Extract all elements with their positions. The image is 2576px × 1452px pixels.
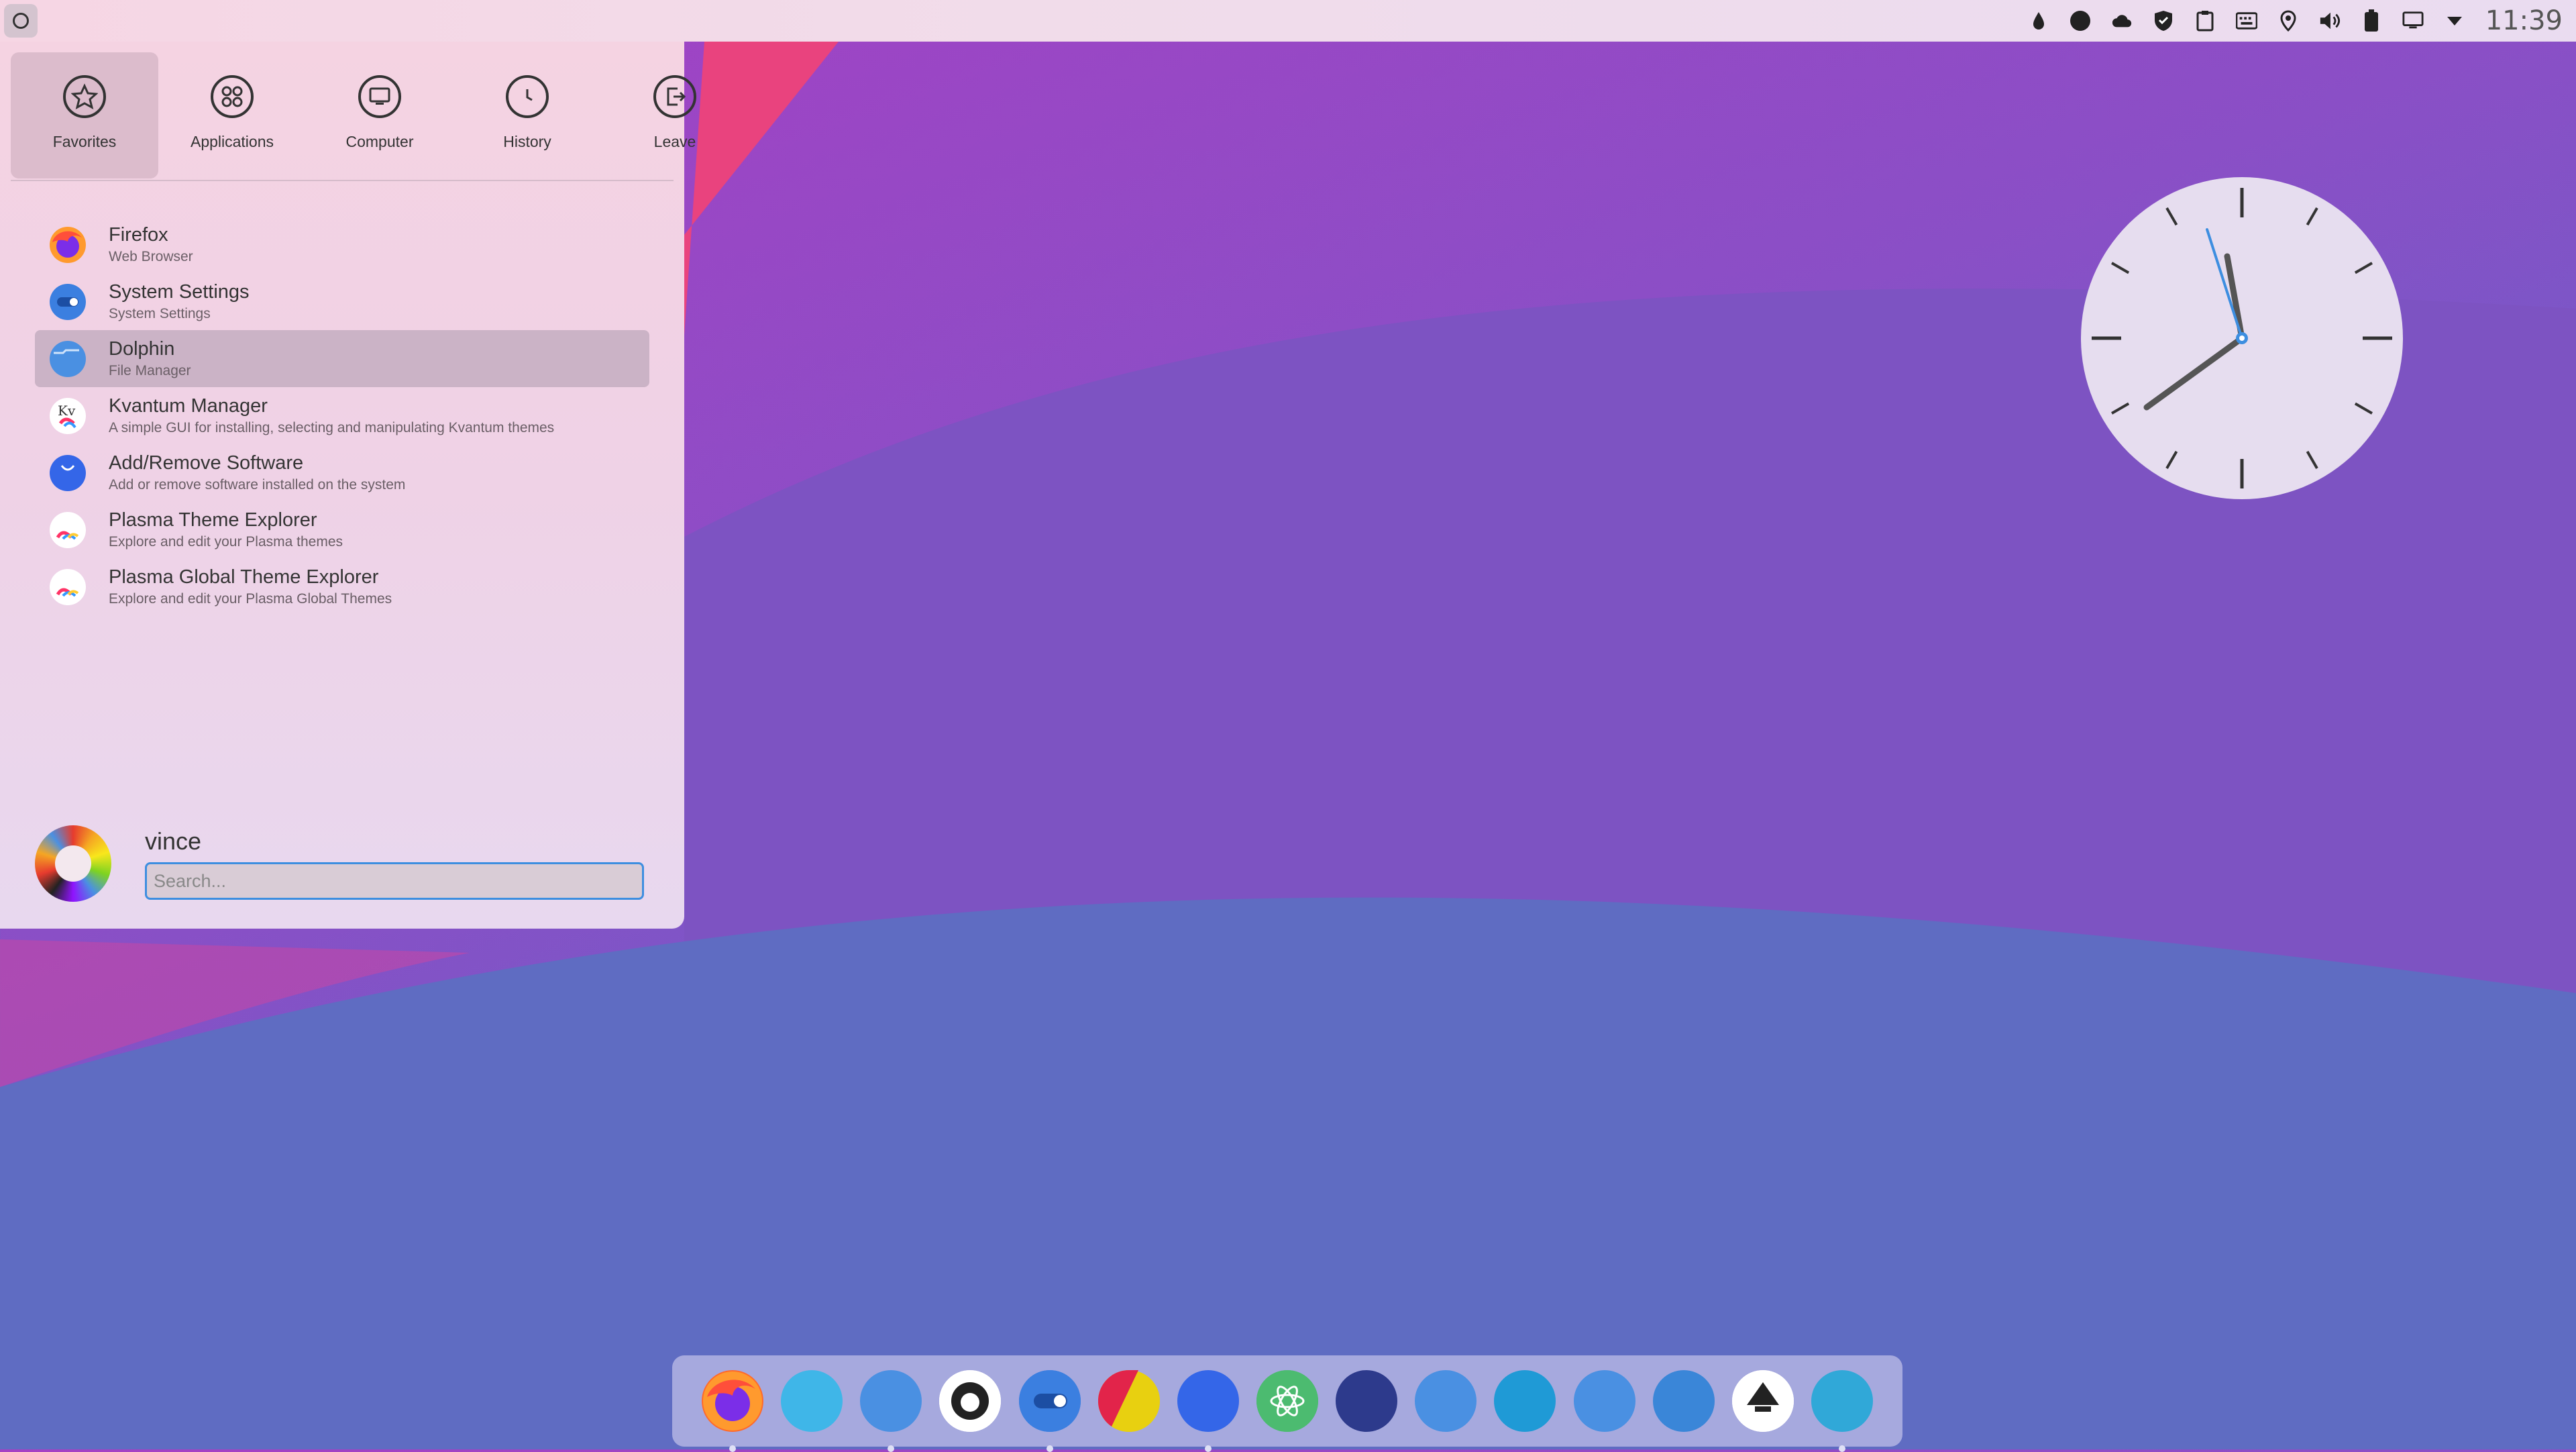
favorite-name: Firefox	[109, 224, 168, 246]
system-tray: 11:39	[2028, 5, 2563, 36]
tab-history[interactable]: History	[453, 52, 601, 178]
user-name: vince	[145, 827, 202, 855]
favorite-description: Add or remove software installed on the …	[109, 477, 406, 492]
launcher-tabs: Favorites Applications Computer History Leav…	[11, 52, 749, 178]
tab-label: History	[503, 133, 551, 150]
dock-item-mail[interactable]	[781, 1370, 843, 1432]
dock-item-settings[interactable]	[1018, 1370, 1081, 1452]
dock-item-color-app[interactable]	[1097, 1369, 1160, 1432]
favorite-name: Plasma Global Theme Explorer	[109, 566, 379, 588]
dock-item-store[interactable]	[1652, 1370, 1715, 1432]
top-panel: 11:39	[0, 0, 2576, 42]
tab-computer[interactable]: Computer	[306, 52, 453, 178]
cloud-icon[interactable]	[2111, 10, 2133, 32]
favorite-name: System Settings	[109, 281, 250, 303]
battery-icon[interactable]	[2361, 9, 2382, 32]
favorite-name: Add/Remove Software	[109, 452, 304, 474]
favorite-item-add-remove-software[interactable]: Add/Remove Software Add or remove softwar…	[35, 444, 649, 501]
star-icon	[63, 75, 106, 118]
circle-icon[interactable]	[2070, 10, 2091, 32]
system-settings-icon	[48, 282, 87, 321]
favorite-description: Explore and edit your Plasma themes	[109, 534, 343, 550]
favorite-name: Kvantum Manager	[109, 395, 268, 417]
dock-item-mixer[interactable]	[1494, 1370, 1556, 1432]
location-icon[interactable]	[2277, 10, 2299, 32]
keyboard-icon[interactable]	[2235, 10, 2257, 32]
dock-item-github[interactable]	[939, 1370, 1002, 1432]
launcher-menu: Favorites Applications Computer History Leav…	[0, 42, 696, 929]
running-indicator	[1204, 1445, 1212, 1452]
user-section: vince	[35, 825, 644, 902]
tab-label: Computer	[345, 133, 414, 150]
svg-text:Kv: Kv	[58, 403, 76, 419]
plasma-theme-explorer-icon	[48, 511, 87, 550]
dock-item-files[interactable]	[860, 1370, 922, 1452]
clock-icon	[506, 75, 549, 118]
dock-item-folder[interactable]	[1415, 1370, 1477, 1432]
clipboard-icon[interactable]	[2194, 10, 2216, 32]
logout-icon	[653, 75, 696, 118]
dock-item-inkscape[interactable]	[1731, 1370, 1794, 1432]
favorite-item-dolphin[interactable]: Dolphin File Manager	[35, 330, 649, 387]
favorite-item-firefox[interactable]: Firefox Web Browser	[35, 216, 649, 273]
kvantum-manager-icon: Kv	[48, 397, 87, 435]
dock-item-monitor[interactable]	[1336, 1370, 1398, 1432]
dolphin-icon	[48, 340, 87, 378]
favorite-item-system-settings[interactable]: System Settings System Settings	[35, 273, 649, 330]
running-indicator	[1046, 1445, 1053, 1452]
running-indicator	[729, 1445, 736, 1452]
dock-item-firefox[interactable]	[702, 1370, 763, 1452]
tabs-divider	[11, 180, 674, 181]
favorite-item-kvantum-manager[interactable]: Kv Kvantum Manager A simple GUI for instal…	[35, 387, 649, 444]
plasma-global-theme-explorer-icon	[48, 568, 87, 607]
tab-favorites[interactable]: Favorites	[11, 52, 158, 178]
running-indicator	[1838, 1445, 1845, 1452]
tab-label: Favorites	[52, 133, 117, 150]
favorite-item-plasma-global-theme-explorer[interactable]: Plasma Global Theme Explorer Explore and …	[35, 558, 649, 615]
dock	[672, 1355, 1902, 1452]
launcher-icon	[13, 13, 29, 29]
expand-tray-icon[interactable]	[2444, 10, 2465, 32]
favorite-description: Explore and edit your Plasma Global Them…	[109, 591, 392, 607]
favorite-description: System Settings	[109, 306, 211, 321]
dock-item-quotes[interactable]	[1811, 1370, 1873, 1452]
tab-label: Applications	[190, 133, 274, 150]
shield-icon[interactable]	[2153, 10, 2174, 32]
volume-icon[interactable]	[2319, 10, 2341, 32]
panel-clock[interactable]: 11:39	[2485, 5, 2563, 36]
running-indicator	[888, 1445, 895, 1452]
analog-clock-widget[interactable]	[2080, 176, 2404, 501]
monitor-icon	[358, 75, 401, 118]
firefox-icon	[48, 225, 87, 264]
application-launcher-button[interactable]	[4, 4, 38, 38]
favorite-item-plasma-theme-explorer[interactable]: Plasma Theme Explorer Explore and edit yo…	[35, 501, 649, 558]
favorite-description: Web Browser	[109, 249, 193, 264]
tab-label: Leave	[653, 133, 696, 150]
tab-leave[interactable]: Leave	[601, 52, 749, 178]
grid-icon	[211, 75, 254, 118]
search-input[interactable]	[145, 862, 644, 900]
dock-item-atom[interactable]	[1256, 1370, 1318, 1432]
dock-item-folder-2[interactable]	[1573, 1370, 1635, 1432]
add-remove-software-icon	[48, 454, 87, 492]
tab-applications[interactable]: Applications	[158, 52, 306, 178]
favorite-description: A simple GUI for installing, selecting a…	[109, 420, 555, 435]
display-icon[interactable]	[2402, 10, 2424, 32]
favorite-description: File Manager	[109, 363, 191, 378]
avatar[interactable]	[35, 825, 111, 902]
dock-item-software[interactable]	[1177, 1370, 1239, 1452]
favorites-list: Firefox Web Browser System Settings System …	[35, 216, 649, 615]
favorite-name: Dolphin	[109, 338, 175, 360]
water-drop-icon[interactable]	[2028, 10, 2049, 32]
favorite-name: Plasma Theme Explorer	[109, 509, 317, 531]
